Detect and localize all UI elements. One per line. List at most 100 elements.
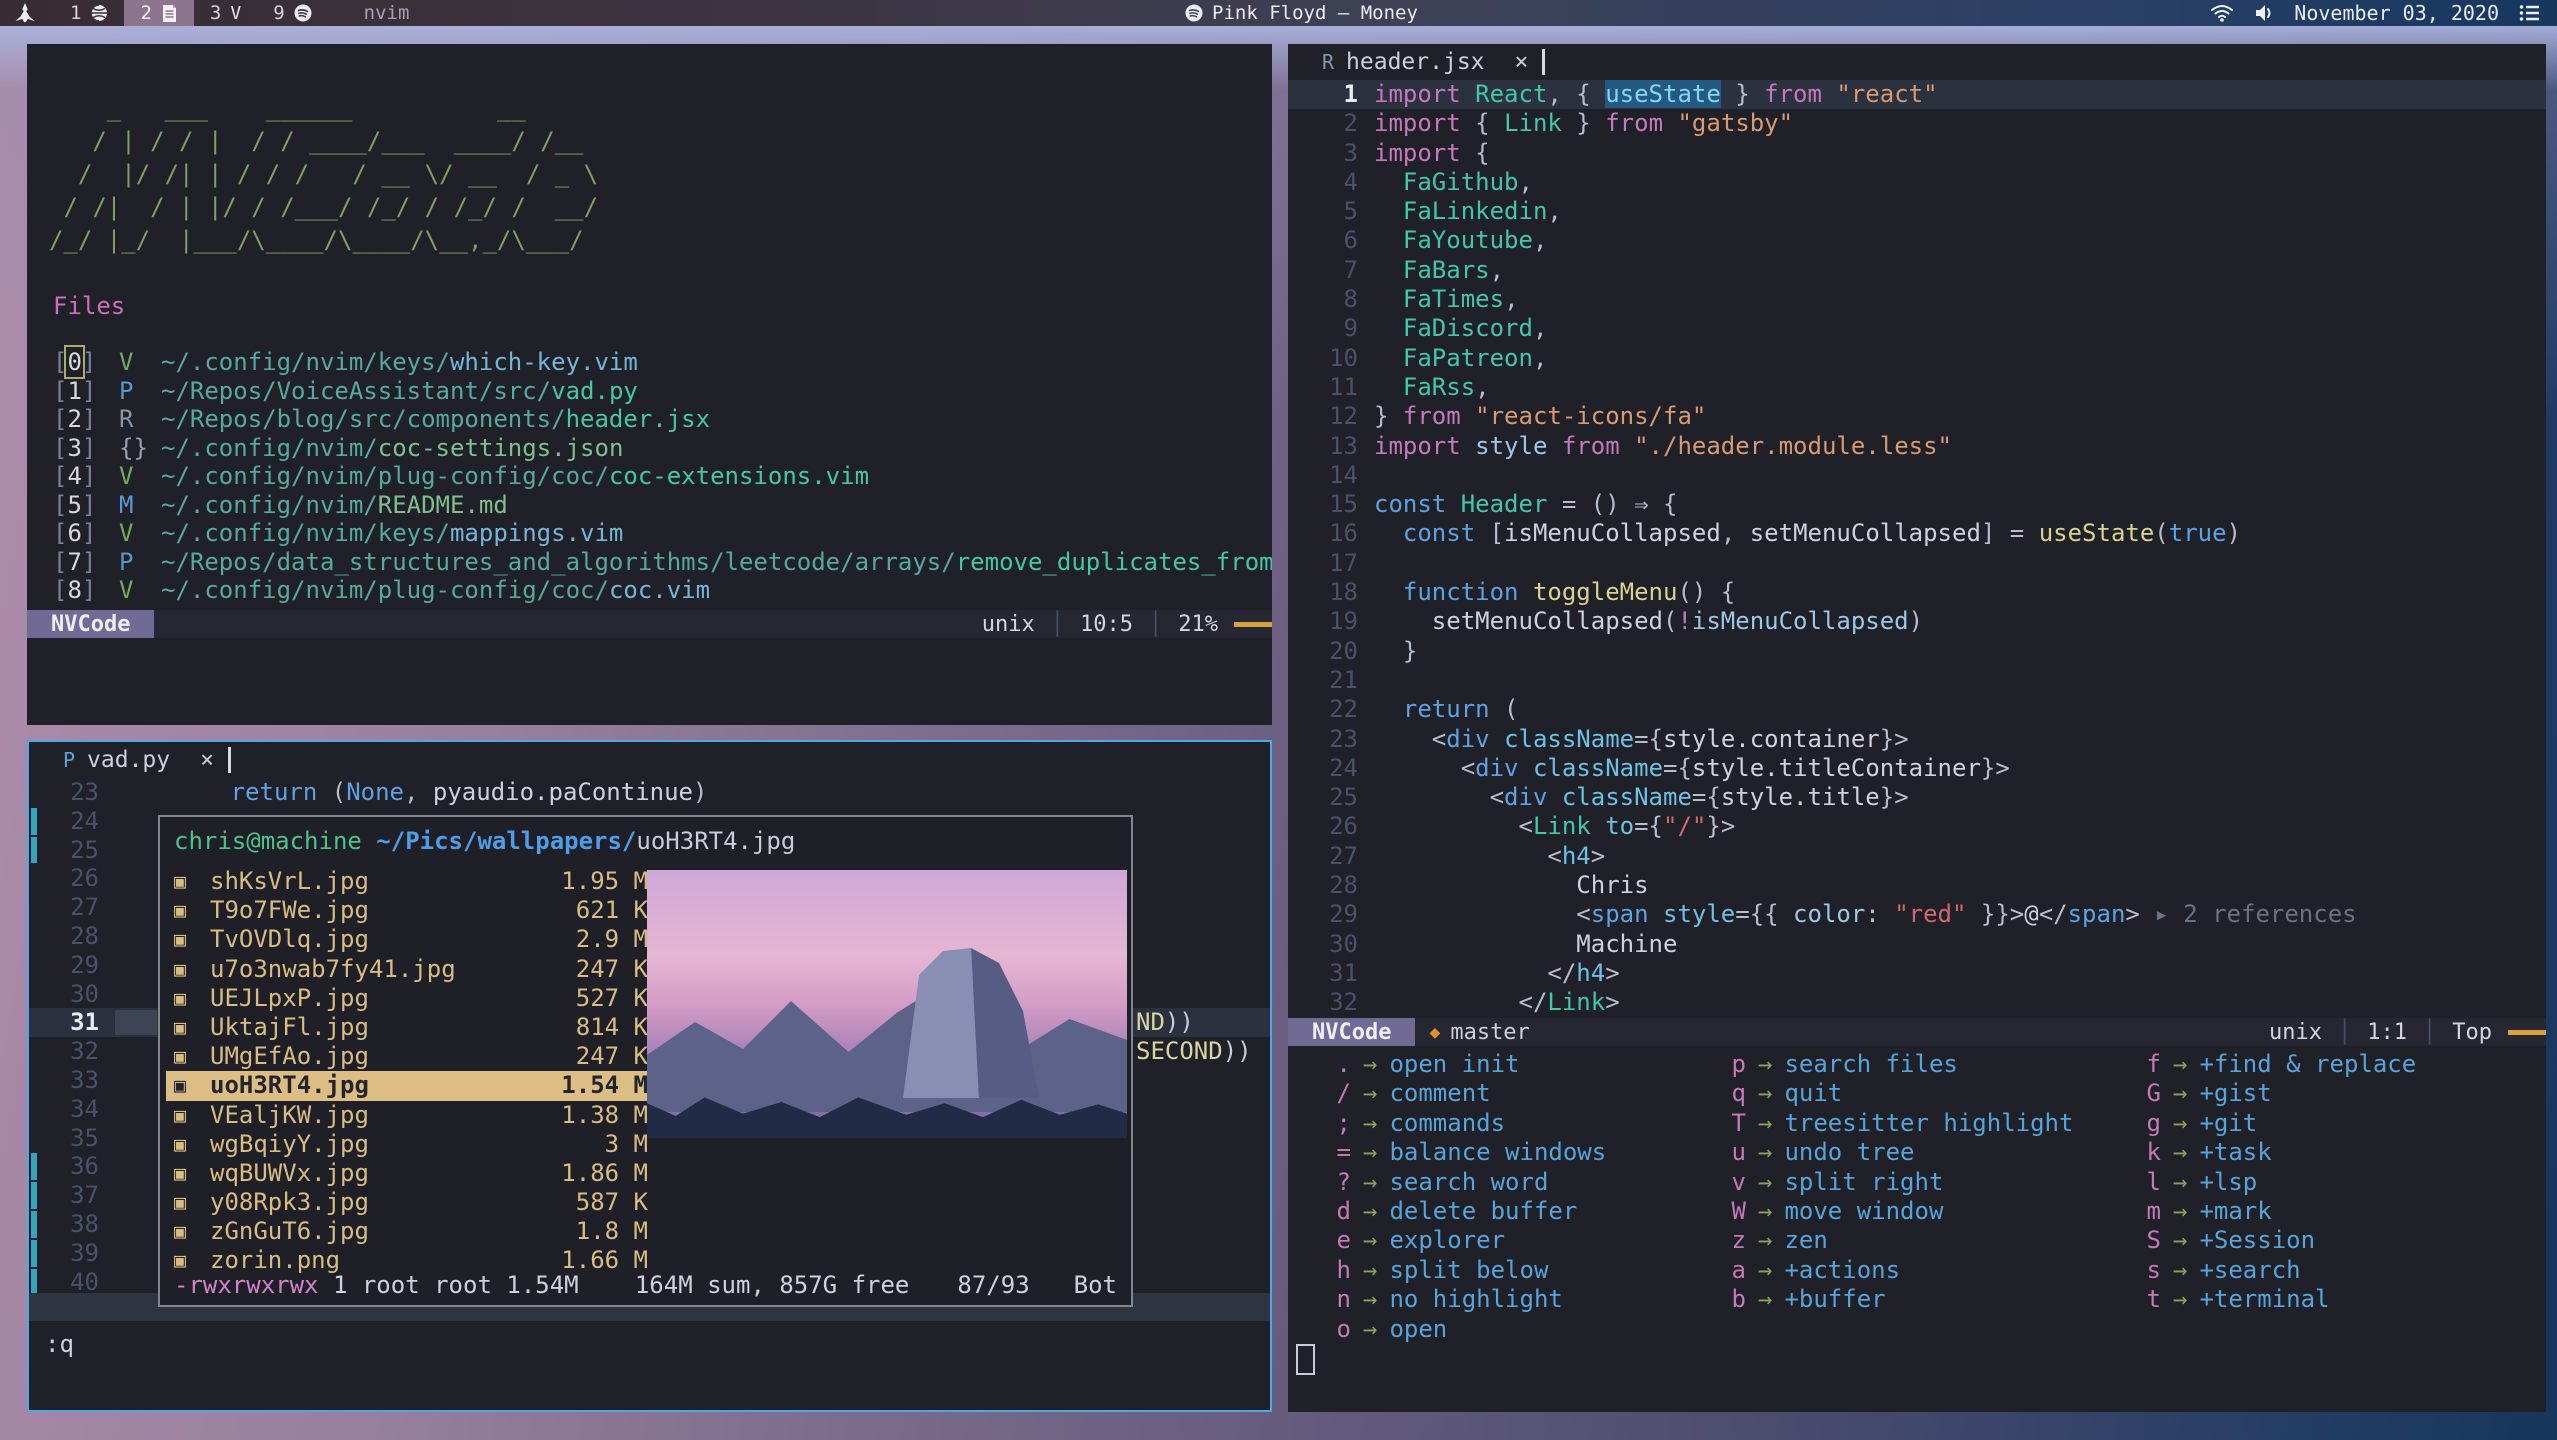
code-line[interactable]: 4 FaGithub, bbox=[1288, 168, 2546, 197]
code-line[interactable]: 13import style from "./header.module.les… bbox=[1288, 432, 2546, 461]
code-line[interactable]: 11 FaRss, bbox=[1288, 373, 2546, 402]
startify-entry[interactable]: [7]P~/Repos/data_structures_and_algorith… bbox=[53, 548, 1272, 577]
startify-entry[interactable]: [2]R~/Repos/blog/src/components/header.j… bbox=[53, 405, 1272, 434]
code-line[interactable]: 7 FaBars, bbox=[1288, 256, 2546, 285]
now-playing[interactable]: Pink Floyd – Money bbox=[1185, 0, 1418, 26]
startify-entry[interactable]: [8]V~/.config/nvim/plug-config/coc/coc.v… bbox=[53, 576, 1272, 605]
picker-file-row[interactable]: ▣shKsVrL.jpg1.95 M bbox=[166, 867, 656, 896]
arrow-icon: → bbox=[1363, 1109, 1377, 1137]
which-key-binding[interactable]: a→+actions bbox=[1720, 1256, 2073, 1285]
which-key-binding[interactable]: T→treesitter highlight bbox=[1720, 1109, 2073, 1138]
which-key-binding[interactable]: S→+Session bbox=[2135, 1226, 2416, 1255]
picker-file-row[interactable]: ▣zGnGuT6.jpg1.8 M bbox=[166, 1217, 656, 1246]
which-key-binding[interactable]: G→+gist bbox=[2135, 1079, 2416, 1108]
which-key-binding[interactable]: o→open bbox=[1325, 1315, 1606, 1344]
startify-entry[interactable]: [1]P~/Repos/VoiceAssistant/src/vad.py bbox=[53, 377, 1272, 406]
picker-file-row[interactable]: ▣TvOVDlq.jpg2.9 M bbox=[166, 925, 656, 954]
code-line[interactable]: 26 <Link to={"/"}> bbox=[1288, 812, 2546, 841]
which-key-binding[interactable]: v→split right bbox=[1720, 1168, 2073, 1197]
menu-icon[interactable] bbox=[2519, 4, 2541, 22]
tab-vad-py[interactable]: vad.py bbox=[87, 747, 170, 773]
code-line[interactable]: 5 FaLinkedin, bbox=[1288, 197, 2546, 226]
which-key-binding[interactable]: f→+find & replace bbox=[2135, 1050, 2416, 1079]
which-key-binding[interactable]: l→+lsp bbox=[2135, 1168, 2416, 1197]
which-key-binding[interactable]: d→delete buffer bbox=[1325, 1197, 1606, 1226]
picker-file-row[interactable]: ▣T9o7FWe.jpg621 K bbox=[166, 896, 656, 925]
which-key-binding[interactable]: n→no highlight bbox=[1325, 1285, 1606, 1314]
code-line[interactable]: 24 <div className={style.titleContainer}… bbox=[1288, 754, 2546, 783]
which-key-binding[interactable]: q→quit bbox=[1720, 1079, 2073, 1108]
nvcode-ascii-logo: _ ___ ______ __ / | / / | / / ____/___ _… bbox=[49, 92, 598, 257]
startify-entry[interactable]: [3]{}~/.config/nvim/coc-settings.json bbox=[53, 434, 1272, 463]
code-line[interactable]: 1import React, { useState } from "react" bbox=[1288, 80, 2546, 109]
code-line[interactable]: 25 <div className={style.title}> bbox=[1288, 783, 2546, 812]
picker-file-row[interactable]: ▣wgBqiyY.jpg3 M bbox=[166, 1130, 656, 1159]
code-line[interactable]: 19 setMenuCollapsed(!isMenuCollapsed) bbox=[1288, 607, 2546, 636]
code-line[interactable]: 30 Machine bbox=[1288, 930, 2546, 959]
which-key-binding[interactable]: h→split below bbox=[1325, 1256, 1606, 1285]
code-line[interactable]: 6 FaYoutube, bbox=[1288, 226, 2546, 255]
tab-header-jsx[interactable]: header.jsx bbox=[1346, 49, 1484, 75]
code-line[interactable]: 27 <h4> bbox=[1288, 842, 2546, 871]
code-line[interactable]: 8 FaTimes, bbox=[1288, 285, 2546, 314]
which-key-binding[interactable]: b→+buffer bbox=[1720, 1285, 2073, 1314]
code-line[interactable]: 3import { bbox=[1288, 139, 2546, 168]
which-key-binding[interactable]: .→open init bbox=[1325, 1050, 1606, 1079]
sign-column bbox=[1288, 402, 1300, 431]
code-line[interactable]: 2import { Link } from "gatsby" bbox=[1288, 109, 2546, 138]
code-line[interactable]: 18 function toggleMenu() { bbox=[1288, 578, 2546, 607]
which-key-binding[interactable]: g→+git bbox=[2135, 1109, 2416, 1138]
code-line[interactable]: 23 <div className={style.container}> bbox=[1288, 725, 2546, 754]
code-line[interactable]: 17 bbox=[1288, 549, 2546, 578]
picker-file-row[interactable]: ▣UktajFl.jpg814 K bbox=[166, 1013, 656, 1042]
code-line[interactable]: 29 <span style={{ color: "red" }}>@</spa… bbox=[1288, 900, 2546, 929]
code-line[interactable]: 16 const [isMenuCollapsed, setMenuCollap… bbox=[1288, 519, 2546, 548]
workspace-9[interactable]: 9 bbox=[257, 0, 327, 26]
code-line[interactable]: 9 FaDiscord, bbox=[1288, 314, 2546, 343]
which-key-binding[interactable]: ;→commands bbox=[1325, 1109, 1606, 1138]
close-icon[interactable]: × bbox=[200, 747, 214, 773]
startify-entry[interactable]: [6]V~/.config/nvim/keys/mappings.vim bbox=[53, 519, 1272, 548]
workspace-2[interactable]: 2 bbox=[124, 0, 193, 26]
code-line[interactable]: 31 </h4> bbox=[1288, 959, 2546, 988]
workspace-1[interactable]: 1 bbox=[54, 0, 124, 26]
which-key-binding[interactable]: e→explorer bbox=[1325, 1226, 1606, 1255]
which-key-binding[interactable]: p→search files bbox=[1720, 1050, 2073, 1079]
close-icon[interactable]: × bbox=[1515, 49, 1529, 75]
volume-icon[interactable] bbox=[2254, 4, 2274, 22]
which-key-binding[interactable]: =→balance windows bbox=[1325, 1138, 1606, 1167]
wifi-icon[interactable] bbox=[2210, 4, 2234, 22]
startify-entry[interactable]: [0]V~/.config/nvim/keys/which-key.vim bbox=[53, 348, 1272, 377]
code-line[interactable]: 32 </Link> bbox=[1288, 988, 2546, 1017]
which-key-binding[interactable]: /→comment bbox=[1325, 1079, 1606, 1108]
line-number: 19 bbox=[1300, 607, 1358, 636]
which-key-binding[interactable]: s→+search bbox=[2135, 1256, 2416, 1285]
which-key-binding[interactable]: ?→search word bbox=[1325, 1168, 1606, 1197]
command-line[interactable]: :q bbox=[45, 1330, 74, 1358]
which-key-binding[interactable]: k→+task bbox=[2135, 1138, 2416, 1167]
startify-entry[interactable]: [5]M~/.config/nvim/README.md bbox=[53, 491, 1272, 520]
code-line[interactable]: 23 return (None, pyaudio.paContinue) bbox=[29, 778, 1270, 807]
which-key-binding[interactable]: u→undo tree bbox=[1720, 1138, 2073, 1167]
which-key-binding[interactable]: t→+terminal bbox=[2135, 1285, 2416, 1314]
workspace-3[interactable]: 3 V bbox=[194, 0, 257, 26]
code-line[interactable]: 12} from "react-icons/fa" bbox=[1288, 402, 2546, 431]
picker-file-row[interactable]: ▣UEJLpxP.jpg527 K bbox=[166, 984, 656, 1013]
picker-file-row[interactable]: ▣wqBUWVx.jpg1.86 M bbox=[166, 1159, 656, 1188]
code-line[interactable]: 10 FaPatreon, bbox=[1288, 344, 2546, 373]
which-key-binding[interactable]: z→zen bbox=[1720, 1226, 2073, 1255]
code-line[interactable]: 14 bbox=[1288, 461, 2546, 490]
picker-file-row[interactable]: ▣u7o3nwab7fy41.jpg247 K bbox=[166, 955, 656, 984]
code-line[interactable]: 20 } bbox=[1288, 637, 2546, 666]
which-key-binding[interactable]: m→+mark bbox=[2135, 1197, 2416, 1226]
code-line[interactable]: 22 return ( bbox=[1288, 695, 2546, 724]
which-key-binding[interactable]: W→move window bbox=[1720, 1197, 2073, 1226]
startify-entry[interactable]: [4]V~/.config/nvim/plug-config/coc/coc-e… bbox=[53, 462, 1272, 491]
code-line[interactable]: 21 bbox=[1288, 666, 2546, 695]
picker-file-row[interactable]: ▣UMgEfAo.jpg247 K bbox=[166, 1042, 656, 1071]
code-line[interactable]: 28 Chris bbox=[1288, 871, 2546, 900]
code-line[interactable]: 15const Header = () ⇒ { bbox=[1288, 490, 2546, 519]
picker-file-row[interactable]: ▣y08Rpk3.jpg587 K bbox=[166, 1188, 656, 1217]
picker-file-row[interactable]: ▣VEaljKW.jpg1.38 M bbox=[166, 1101, 656, 1130]
picker-file-row[interactable]: ▣uoH3RT4.jpg1.54 M bbox=[166, 1071, 656, 1100]
